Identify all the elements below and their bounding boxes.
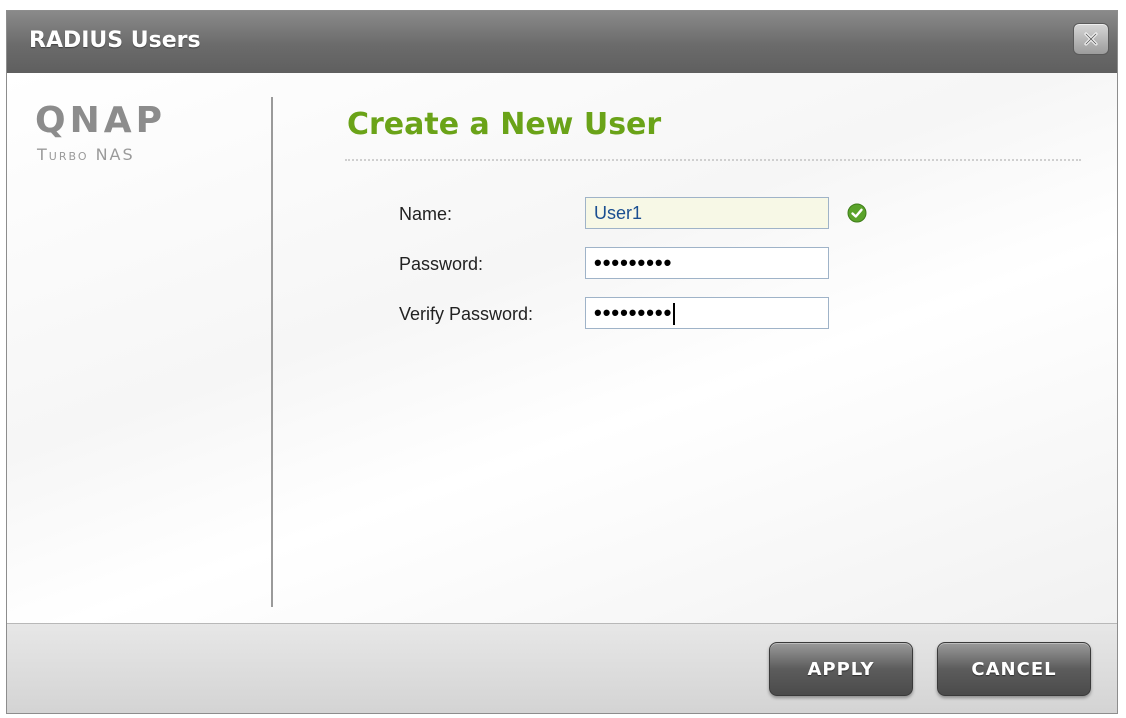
close-icon bbox=[1084, 32, 1098, 46]
verify-password-mask: ••••••••• bbox=[594, 300, 673, 325]
verify-password-label: Verify Password: bbox=[399, 304, 534, 324]
verify-password-row: Verify Password: ••••••••• bbox=[399, 297, 999, 331]
apply-button[interactable]: APPLY bbox=[769, 642, 913, 696]
name-label: Name: bbox=[399, 204, 453, 224]
password-row: Password: ••••••••• bbox=[399, 247, 999, 281]
radius-users-dialog: RADIUS Users QNAP Turbo NAS Create a New… bbox=[6, 10, 1118, 714]
password-label: Password: bbox=[399, 254, 484, 274]
vertical-divider bbox=[271, 97, 273, 607]
brand-subtitle: Turbo NAS bbox=[37, 145, 135, 164]
text-caret bbox=[673, 303, 676, 326]
qnap-logo: QNAP bbox=[35, 100, 166, 141]
brand: QNAP Turbo NAS bbox=[35, 100, 166, 165]
password-mask: ••••••••• bbox=[594, 250, 673, 275]
verify-password-field[interactable]: ••••••••• bbox=[585, 297, 829, 329]
dialog-title: RADIUS Users bbox=[29, 28, 201, 53]
name-field[interactable]: User1 bbox=[585, 197, 829, 229]
password-field[interactable]: ••••••••• bbox=[585, 247, 829, 279]
name-row: Name: User1 bbox=[399, 197, 999, 231]
check-circle-icon bbox=[847, 203, 867, 223]
dialog-footer: APPLY CANCEL bbox=[7, 623, 1117, 713]
dialog-content: QNAP Turbo NAS Create a New User Name: U… bbox=[7, 73, 1117, 623]
heading-divider bbox=[345, 159, 1081, 161]
close-button[interactable] bbox=[1073, 23, 1109, 55]
page-title: Create a New User bbox=[347, 107, 662, 142]
cancel-button[interactable]: CANCEL bbox=[937, 642, 1091, 696]
dialog-titlebar[interactable]: RADIUS Users bbox=[7, 11, 1117, 74]
